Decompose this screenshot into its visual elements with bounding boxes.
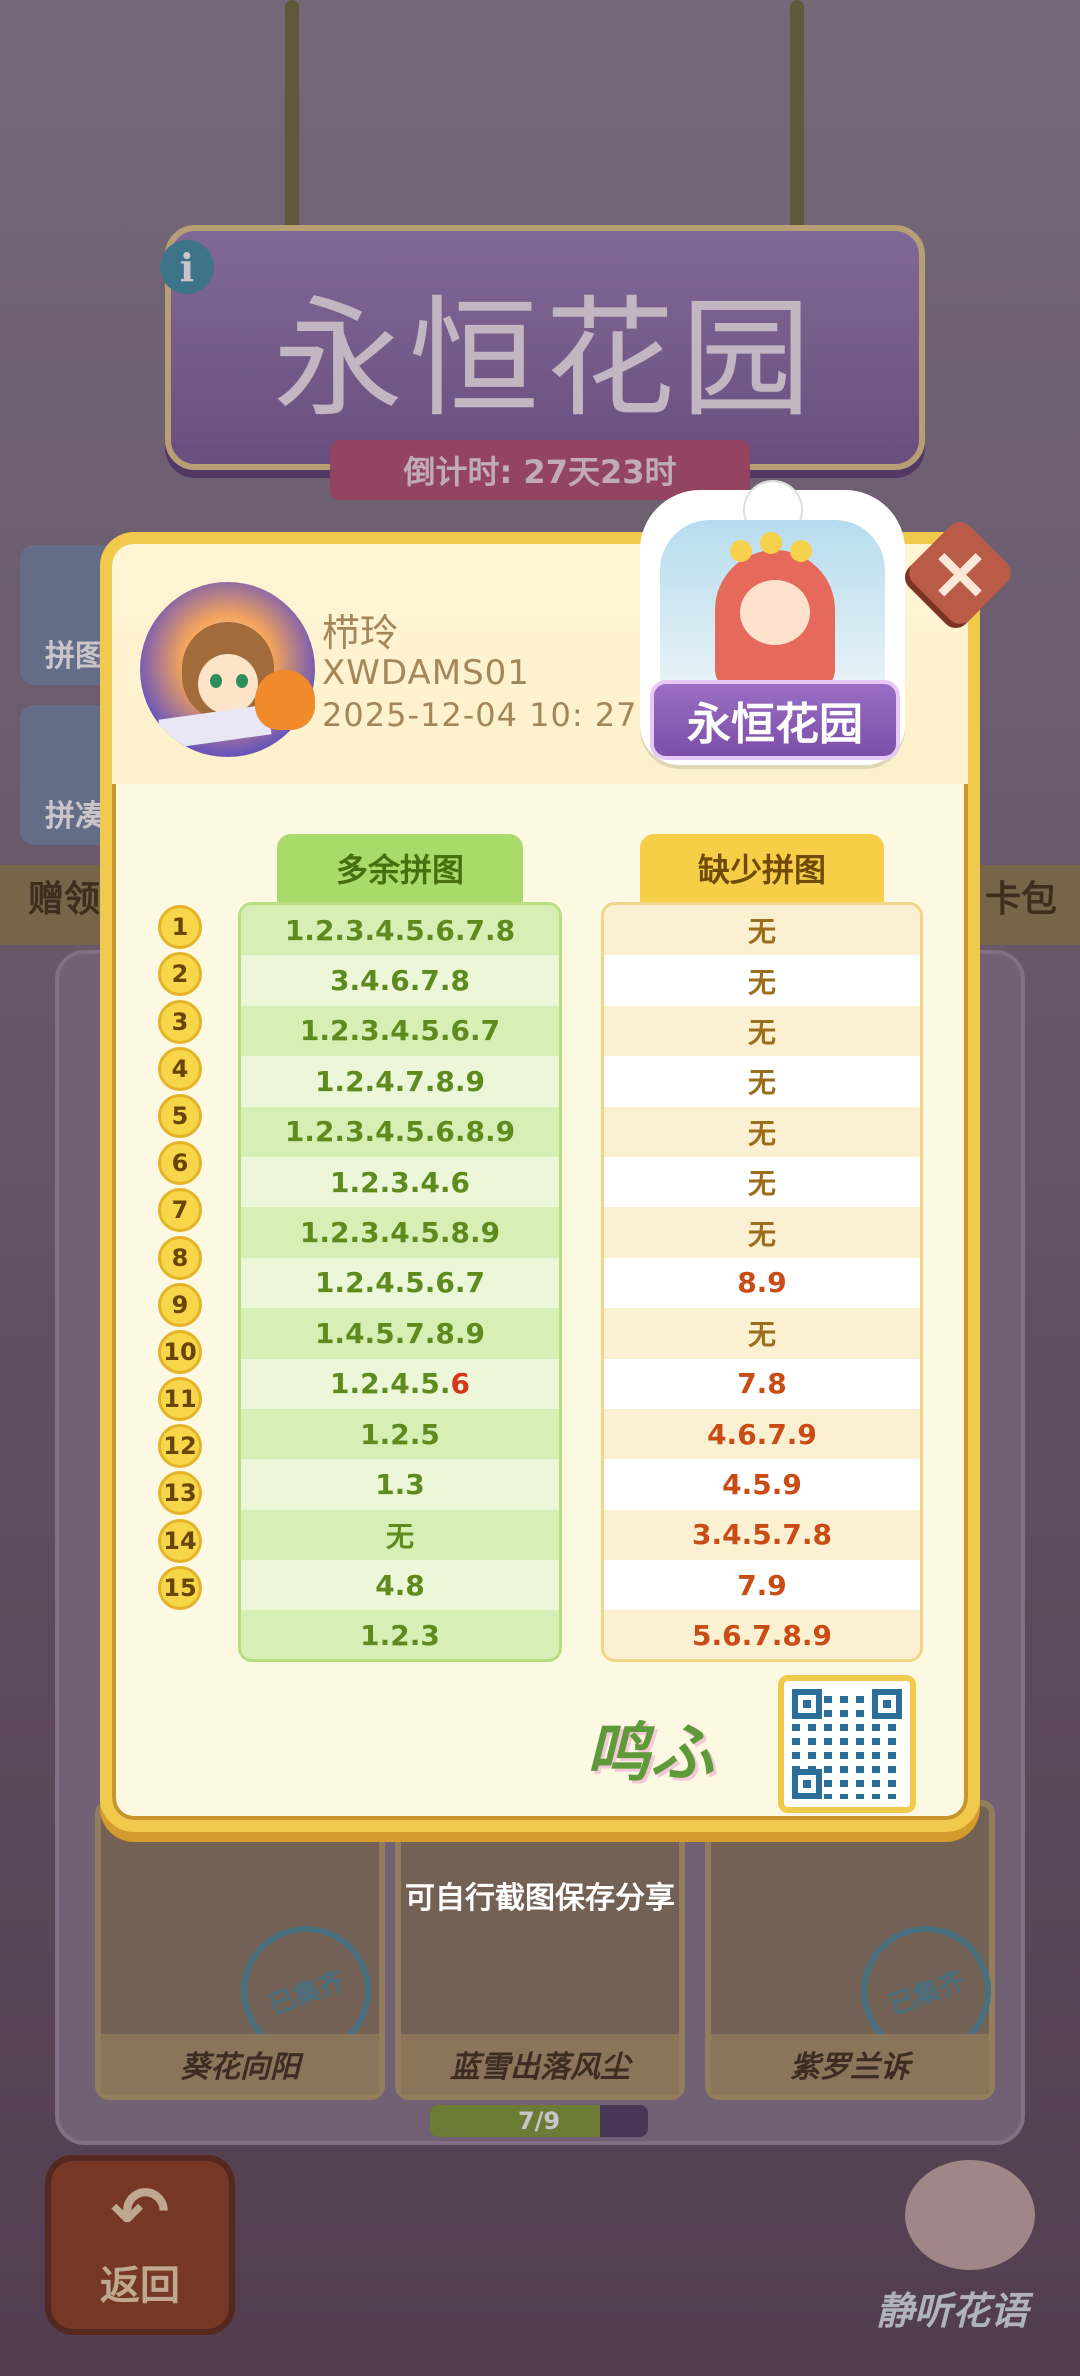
extra-pieces-text: 1.2.4.5. xyxy=(330,1367,451,1401)
extra-pieces-text: 4.8 xyxy=(375,1568,425,1602)
player-name: 栉玲 xyxy=(322,611,399,655)
missing-pieces-column: 无无无无无无无 8.9 无 7.8 4.6.7.9 4.5.9 3.4.5.7.8 7.9 5.… xyxy=(601,902,923,1662)
qr-code xyxy=(778,1675,916,1813)
row-number-badge: 6 xyxy=(158,1141,202,1186)
extra-pieces-text: 1.2.4.5.6.7 xyxy=(314,1266,486,1300)
missing-pieces-cell: 5.6.7.8.9 xyxy=(604,1610,920,1659)
flower-icon xyxy=(790,540,812,562)
extra-pieces-cell: 3.4.6.7.8 xyxy=(241,955,559,1006)
extra-pieces-highlight: 6 xyxy=(450,1367,470,1401)
extra-pieces-cell: 无 xyxy=(241,1509,559,1561)
extra-pieces-text: 1.4.5.7.8.9 xyxy=(314,1316,486,1350)
row-number-badge: 5 xyxy=(158,1093,202,1138)
missing-pieces-cell: 4.6.7.9 xyxy=(604,1408,920,1460)
extra-pieces-text: 1.2.3 xyxy=(360,1619,440,1653)
extra-pieces-text: 1.2.3.4.5.6.7 xyxy=(299,1014,501,1048)
extra-pieces-cell: 1.2.3.4.6 xyxy=(241,1156,559,1208)
badge-character-art xyxy=(660,520,885,690)
extra-pieces-column: 1.2.3.4.5.6.7.8 3.4.6.7.8 1.2.3.4.5.6.7 1.2… xyxy=(238,902,562,1662)
extra-pieces-text: 1.2.3.4.5.6.8.9 xyxy=(284,1115,516,1149)
player-id: XWDAMS01 xyxy=(322,653,530,693)
row-number-badge: 1 xyxy=(158,905,202,950)
extra-pieces-cell: 1.3 xyxy=(241,1459,559,1510)
extra-pieces-text: 1.2.5 xyxy=(360,1417,440,1451)
extra-pieces-header: 多余拼图 xyxy=(277,834,523,902)
row-number-badge: 2 xyxy=(158,952,202,997)
extra-pieces-cell: 1.2.3.4.5.8.9 xyxy=(241,1207,559,1258)
extra-pieces-text: 无 xyxy=(385,1519,414,1553)
extra-pieces-cell: 1.2.3.4.5.6.8.9 xyxy=(241,1106,559,1157)
close-icon[interactable]: × xyxy=(920,530,1000,616)
missing-pieces-cell: 4.5.9 xyxy=(604,1459,920,1510)
row-number-badge: 15 xyxy=(158,1565,202,1610)
extra-pieces-cell: 1.2.4.7.8.9 xyxy=(241,1056,559,1107)
missing-pieces-cell: 无 xyxy=(604,1207,920,1258)
extra-pieces-cell: 1.2.4.5. 6 xyxy=(241,1358,559,1409)
badge-title: 永恒花园 xyxy=(650,680,900,760)
row-number-badge: 12 xyxy=(158,1424,202,1469)
missing-pieces-header: 缺少拼图 xyxy=(640,834,884,902)
extra-pieces-text: 1.2.4.7.8.9 xyxy=(314,1064,486,1098)
save-share-hint: 可自行截图保存分享 xyxy=(405,1881,675,1916)
flower-icon xyxy=(760,532,782,554)
missing-pieces-cell: 无 xyxy=(604,955,920,1006)
missing-pieces-cell: 7.8 xyxy=(604,1358,920,1409)
flower-icon xyxy=(730,540,752,562)
missing-pieces-cell: 8.9 xyxy=(604,1257,920,1309)
missing-pieces-cell: 无 xyxy=(604,905,920,956)
row-number-badge: 7 xyxy=(158,1188,202,1233)
extra-pieces-cell: 1.2.3 xyxy=(241,1610,559,1659)
missing-pieces-cell: 无 xyxy=(604,1056,920,1107)
extra-pieces-text: 1.2.3.4.5.6.7.8 xyxy=(284,913,516,947)
missing-pieces-cell: 无 xyxy=(604,1106,920,1157)
missing-pieces-cell: 无 xyxy=(604,1156,920,1208)
missing-pieces-cell: 无 xyxy=(604,1308,920,1359)
extra-pieces-text: 1.3 xyxy=(375,1467,425,1501)
extra-pieces-text: 1.2.3.4.6 xyxy=(330,1165,470,1199)
fox-icon xyxy=(255,670,315,730)
row-number-column: 1 2 3 4 5 6 7 8 9 10 11 12 13 14 15 xyxy=(158,902,206,1613)
row-number-badge: 11 xyxy=(158,1377,202,1422)
brand-logo: 鸣ふ xyxy=(586,1715,714,1791)
missing-pieces-cell: 7.9 xyxy=(604,1560,920,1611)
extra-pieces-text: 1.2.3.4.5.8.9 xyxy=(299,1216,501,1250)
extra-pieces-cell: 1.2.3.4.5.6.7.8 xyxy=(241,905,559,956)
row-number-badge: 9 xyxy=(158,1282,202,1327)
row-number-badge: 14 xyxy=(158,1518,202,1563)
extra-pieces-cell: 1.2.4.5.6.7 xyxy=(241,1257,559,1309)
missing-pieces-cell: 无 xyxy=(604,1005,920,1057)
missing-pieces-cell: 3.4.5.7.8 xyxy=(604,1509,920,1561)
extra-pieces-cell: 4.8 xyxy=(241,1560,559,1611)
row-number-badge: 8 xyxy=(158,1235,202,1280)
extra-pieces-text: 3.4.6.7.8 xyxy=(330,964,470,998)
row-number-badge: 10 xyxy=(158,1329,202,1374)
extra-pieces-cell: 1.2.5 xyxy=(241,1408,559,1460)
row-number-badge: 13 xyxy=(158,1471,202,1516)
row-number-badge: 4 xyxy=(158,1046,202,1091)
player-datetime: 2025-12-04 10: 27 xyxy=(322,696,638,734)
extra-pieces-cell: 1.4.5.7.8.9 xyxy=(241,1308,559,1359)
extra-pieces-cell: 1.2.3.4.5.6.7 xyxy=(241,1005,559,1057)
row-number-badge: 3 xyxy=(158,999,202,1044)
